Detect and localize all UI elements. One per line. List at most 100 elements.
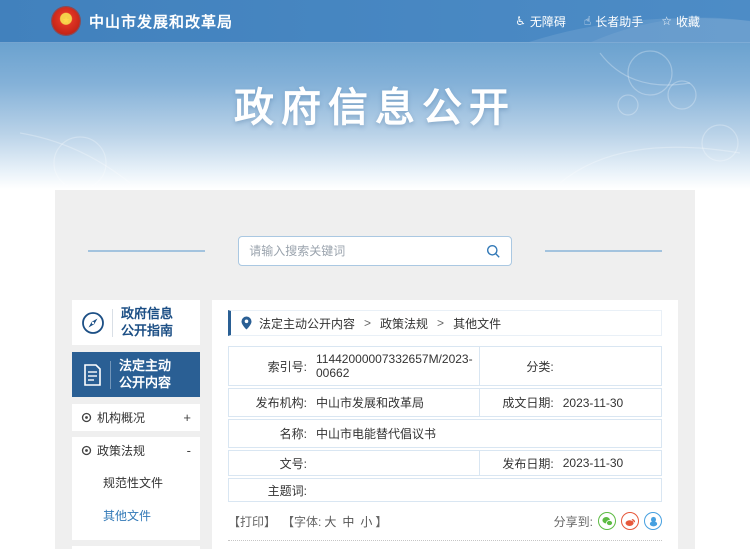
sidebar-item-statutory-disclosure[interactable]: 法定主动 公开内容 bbox=[72, 352, 200, 397]
toolbar: 【打印】 【字体: 大中小 】 分享到: bbox=[228, 512, 662, 530]
expand-toggle-icon[interactable]: + bbox=[183, 410, 191, 425]
table-row-4: 主题词: bbox=[228, 478, 662, 502]
share-label: 分享到: bbox=[554, 513, 593, 530]
document-icon bbox=[81, 363, 103, 387]
field-label: 主题词: bbox=[229, 482, 311, 499]
sidebar-item-label: 机构概况 bbox=[97, 409, 145, 426]
divider bbox=[110, 361, 111, 389]
top-link-2[interactable]: ☆ 收藏 bbox=[661, 13, 700, 30]
main-content: 法定主动公开内容 > 政策法规 > 其他文件 索引号:11442000007332657… bbox=[212, 300, 678, 549]
table-row-2: 名称:中山市电能替代倡议书 bbox=[228, 419, 662, 448]
breadcrumb-item-0[interactable]: 法定主动公开内容 bbox=[259, 315, 355, 332]
columns: 政府信息 公开指南 法定主动 公开内容 bbox=[55, 300, 695, 549]
field-value: 中山市电能替代倡议书 bbox=[311, 420, 661, 447]
page: ★ 中山市发展和改革局 ♿ 无障碍 ☝ 长者助手 ☆ 收藏 政府信息公开 bbox=[0, 0, 750, 549]
table-row-3: 文号: 发布日期:2023-11-30 bbox=[228, 450, 662, 476]
table-cell: 主题词: bbox=[228, 478, 662, 502]
divider bbox=[112, 309, 113, 337]
breadcrumb-item-2[interactable]: 其他文件 bbox=[453, 315, 501, 332]
search-button[interactable] bbox=[486, 244, 501, 259]
share-icons bbox=[598, 512, 662, 530]
table-row-1: 发布机构:中山市发展和改革局成文日期:2023-11-30 bbox=[228, 388, 662, 417]
print-button[interactable]: 【打印】 bbox=[228, 513, 276, 530]
table-cell: 成文日期:2023-11-30 bbox=[479, 388, 662, 417]
top-link-label: 收藏 bbox=[676, 13, 700, 30]
top-link-label: 长者助手 bbox=[595, 13, 643, 30]
table-cell: 发布日期:2023-11-30 bbox=[479, 450, 662, 476]
dotted-separator bbox=[228, 540, 662, 541]
search-box bbox=[238, 236, 511, 266]
top-link-label: 无障碍 bbox=[530, 13, 566, 30]
sidebar-item-1[interactable]: 政策法规 - bbox=[81, 437, 191, 464]
sidebar-menu-box-0: 机构概况 + bbox=[72, 404, 200, 431]
field-value: 2023-11-30 bbox=[558, 451, 661, 475]
sidebar: 政府信息 公开指南 法定主动 公开内容 bbox=[72, 300, 200, 549]
table-cell: 发布机构:中山市发展和改革局 bbox=[228, 388, 480, 417]
menu-bullet-icon bbox=[81, 445, 92, 456]
field-label: 索引号: bbox=[229, 358, 311, 375]
menu-bullet-icon bbox=[81, 412, 92, 423]
field-label: 名称: bbox=[229, 425, 311, 442]
top-link-1[interactable]: ☝ 长者助手 bbox=[584, 13, 643, 30]
field-label: 文号: bbox=[229, 455, 311, 472]
sidebar-subitem-1-0[interactable]: 规范性文件 bbox=[103, 466, 191, 499]
breadcrumb: 法定主动公开内容 > 政策法规 > 其他文件 bbox=[228, 310, 662, 336]
table-cell: 索引号:11442000007332657M/2023-00662 bbox=[228, 346, 480, 386]
search-input[interactable] bbox=[249, 244, 485, 258]
sidebar-item-guide[interactable]: 政府信息 公开指南 bbox=[72, 300, 200, 345]
expand-toggle-icon[interactable]: - bbox=[187, 443, 191, 458]
accessibility-icon: ♿ bbox=[515, 15, 526, 27]
sidebar-item-0[interactable]: 机构概况 + bbox=[81, 404, 191, 431]
font-label: 【字体: bbox=[282, 513, 321, 530]
field-value: 2023-11-30 bbox=[558, 391, 661, 415]
star-icon: ☆ bbox=[661, 15, 672, 27]
sidebar-menu: 机构概况+政策法规-规范性文件其他文件行政执法+ bbox=[72, 404, 200, 549]
wechat-share-icon[interactable] bbox=[598, 512, 616, 530]
brand[interactable]: ★ 中山市发展和改革局 bbox=[52, 7, 233, 35]
location-pin-icon bbox=[241, 316, 252, 330]
breadcrumb-item-1[interactable]: 政策法规 bbox=[380, 315, 428, 332]
field-value bbox=[311, 458, 479, 468]
field-label: 分类: bbox=[480, 358, 558, 375]
top-bar: ★ 中山市发展和改革局 ♿ 无障碍 ☝ 长者助手 ☆ 收藏 bbox=[0, 0, 750, 43]
sidebar-active-label: 法定主动 公开内容 bbox=[119, 358, 171, 392]
sidebar-subitem-1-1[interactable]: 其他文件 bbox=[103, 499, 191, 532]
field-label: 发布日期: bbox=[480, 455, 558, 472]
breadcrumb-separator: > bbox=[364, 316, 371, 330]
decorative-line-left bbox=[88, 250, 205, 252]
field-value bbox=[558, 361, 661, 371]
qq-share-icon[interactable] bbox=[644, 512, 662, 530]
field-label: 成文日期: bbox=[480, 394, 558, 411]
search-row bbox=[55, 236, 695, 266]
font-size-0[interactable]: 大 bbox=[324, 513, 336, 530]
share-bar: 分享到: bbox=[554, 512, 662, 530]
search-icon bbox=[486, 244, 501, 259]
font-label-close: 】 bbox=[375, 513, 387, 530]
font-size-1[interactable]: 中 bbox=[342, 513, 354, 530]
weibo-share-icon[interactable] bbox=[621, 512, 639, 530]
field-value: 中山市发展和改革局 bbox=[311, 389, 479, 416]
font-size-2[interactable]: 小 bbox=[360, 513, 372, 530]
table-cell: 分类: bbox=[479, 346, 662, 386]
sidebar-item-label: 政策法规 bbox=[97, 442, 145, 459]
table-row-0: 索引号:11442000007332657M/2023-00662分类: bbox=[228, 346, 662, 386]
sidebar-menu-box-1: 政策法规 - 规范性文件其他文件 bbox=[72, 437, 200, 540]
content-card: 政府信息 公开指南 法定主动 公开内容 bbox=[55, 190, 695, 549]
field-value: 11442000007332657M/2023-00662 bbox=[311, 347, 479, 385]
table-cell: 名称:中山市电能替代倡议书 bbox=[228, 419, 662, 448]
meta-table: 索引号:11442000007332657M/2023-00662分类:发布机构… bbox=[228, 346, 662, 502]
breadcrumb-separator: > bbox=[437, 316, 444, 330]
decorative-line-right bbox=[545, 250, 662, 252]
site-name: 中山市发展和改革局 bbox=[89, 11, 233, 32]
sidebar-submenu: 规范性文件其他文件 bbox=[81, 464, 191, 540]
field-value bbox=[311, 485, 661, 495]
font-size-controls: 【字体: 大中小 】 bbox=[282, 513, 387, 530]
table-cell: 文号: bbox=[228, 450, 480, 476]
national-emblem-logo: ★ bbox=[52, 7, 80, 35]
top-link-0[interactable]: ♿ 无障碍 bbox=[515, 13, 566, 30]
font-size-options: 大中小 bbox=[321, 513, 375, 530]
banner: 政府信息公开 bbox=[0, 43, 750, 189]
elder-assist-icon: ☝ bbox=[584, 15, 591, 27]
top-links: ♿ 无障碍 ☝ 长者助手 ☆ 收藏 bbox=[497, 13, 700, 30]
field-label: 发布机构: bbox=[229, 394, 311, 411]
